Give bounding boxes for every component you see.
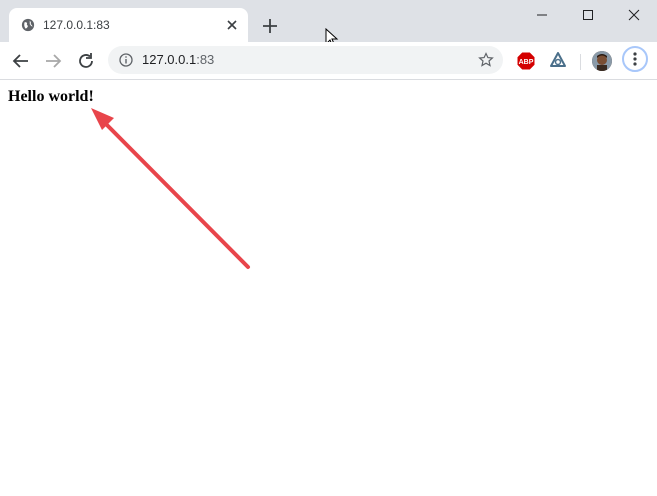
url-text: 127.0.0.1:83 — [142, 52, 214, 67]
bookmark-star-icon[interactable] — [478, 52, 494, 68]
url-host: 127.0.0.1 — [142, 52, 197, 67]
reload-icon[interactable] — [75, 50, 97, 72]
globe-icon — [21, 18, 35, 32]
info-icon[interactable] — [119, 53, 133, 67]
maximize-button[interactable] — [565, 0, 611, 30]
page-content: Hello world! — [0, 80, 657, 496]
address-bar[interactable]: 127.0.0.1:83 — [108, 46, 503, 74]
adblock-plus-icon[interactable]: ABP — [516, 51, 536, 71]
maximize-icon — [583, 10, 593, 20]
browser-window: 127.0.0.1:83 127.0.0.1:83 ABP Hello worl… — [0, 0, 657, 496]
minimize-icon — [537, 14, 547, 16]
forward-icon[interactable] — [42, 50, 64, 72]
page-heading: Hello world! — [8, 88, 94, 105]
avatar-face-icon — [592, 51, 612, 71]
arrow-head — [91, 108, 114, 130]
tab-title: 127.0.0.1:83 — [43, 18, 110, 32]
more-vert-icon — [633, 52, 637, 66]
minimize-button[interactable] — [519, 0, 565, 30]
back-icon[interactable] — [10, 50, 32, 72]
toolbar-separator — [580, 54, 581, 70]
browser-toolbar: 127.0.0.1:83 ABP — [0, 42, 657, 80]
abp-label: ABP — [519, 59, 534, 66]
profile-avatar[interactable] — [592, 51, 612, 71]
arrow-shaft — [102, 120, 250, 269]
annotation-arrow — [91, 108, 250, 269]
extension-icon[interactable] — [548, 51, 568, 71]
close-icon — [628, 9, 640, 21]
close-window-button[interactable] — [611, 0, 657, 30]
new-tab-icon[interactable] — [260, 16, 280, 36]
close-tab-icon[interactable] — [224, 17, 240, 33]
url-port: :83 — [196, 52, 215, 67]
tab-strip: 127.0.0.1:83 — [0, 0, 657, 48]
tab-active[interactable]: 127.0.0.1:83 — [9, 8, 248, 42]
browser-menu-button[interactable] — [622, 46, 648, 72]
